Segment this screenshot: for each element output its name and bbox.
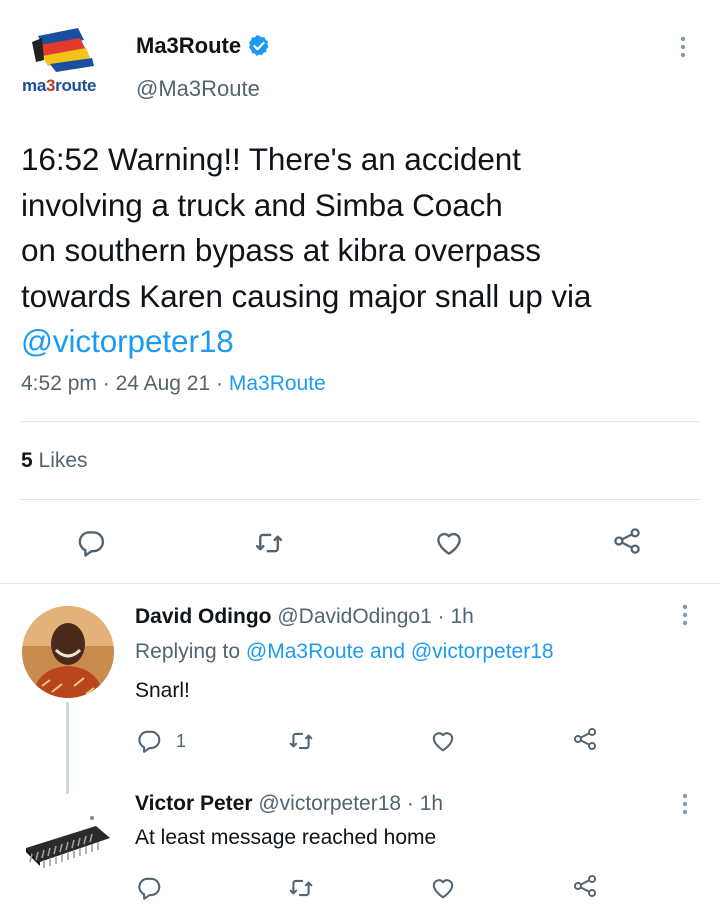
mention-link[interactable]: @victorpeter18 bbox=[21, 319, 701, 365]
replying-to: Replying to @Ma3Route and @victorpeter18 bbox=[135, 640, 554, 664]
tweet-date[interactable]: 24 Aug 21 bbox=[116, 372, 211, 395]
divider bbox=[21, 421, 699, 422]
meta-separator: · bbox=[437, 605, 445, 628]
likes-number: 5 bbox=[21, 449, 33, 472]
logo-wordmark: ma3route bbox=[22, 76, 97, 95]
tweet-line: towards Karen causing major snall up via bbox=[21, 277, 592, 314]
like-icon[interactable] bbox=[430, 728, 456, 754]
reply-icon[interactable] bbox=[76, 528, 106, 558]
ma3route-logo-icon bbox=[32, 28, 94, 72]
author-handle[interactable]: @Ma3Route bbox=[136, 76, 260, 102]
more-options-icon[interactable] bbox=[678, 793, 692, 815]
mention-link[interactable]: @Ma3Route bbox=[246, 640, 364, 663]
tweet-line: 16:52 Warning!! There's an accident bbox=[21, 141, 521, 177]
section-divider bbox=[0, 583, 720, 584]
mention-link[interactable]: @victorpeter18 bbox=[411, 640, 554, 663]
thread-connector bbox=[66, 702, 69, 794]
tweet-line: involving a truck and Simba Coach bbox=[21, 186, 503, 223]
like-icon[interactable] bbox=[434, 528, 464, 558]
share-icon[interactable] bbox=[612, 526, 642, 556]
meta-separator: · bbox=[102, 372, 110, 395]
author-name[interactable]: Ma3Route bbox=[136, 33, 271, 59]
avatar[interactable] bbox=[22, 798, 114, 890]
tweet-body: 16:52 Warning!! There's an accident invo… bbox=[21, 137, 701, 365]
ma3route-avatar[interactable]: ma3route bbox=[20, 18, 120, 108]
reply-author-handle[interactable]: @victorpeter18 bbox=[258, 792, 401, 815]
likes-label: Likes bbox=[38, 449, 88, 472]
retweet-icon[interactable] bbox=[288, 728, 314, 754]
likes-count[interactable]: 5 Likes bbox=[21, 449, 88, 473]
meta-separator: · bbox=[216, 372, 224, 395]
share-icon[interactable] bbox=[572, 873, 598, 899]
replying-prefix: Replying to bbox=[135, 640, 241, 663]
reply-author-name[interactable]: David Odingo bbox=[135, 605, 272, 628]
reply-age[interactable]: 1h bbox=[420, 792, 443, 815]
reply-author-handle[interactable]: @DavidOdingo1 bbox=[277, 605, 431, 628]
tweet-line: on southern bypass at kibra overpass bbox=[21, 232, 541, 268]
more-options-icon[interactable] bbox=[678, 604, 692, 626]
reply-text: At least message reached home bbox=[135, 826, 437, 849]
reply-header: Victor Peter @victorpeter18 · 1h bbox=[135, 792, 443, 816]
meta-separator: · bbox=[406, 792, 414, 815]
reply-age[interactable]: 1h bbox=[450, 605, 473, 628]
like-icon[interactable] bbox=[430, 875, 456, 901]
tweet-source-link[interactable]: Ma3Route bbox=[229, 372, 326, 395]
avatar[interactable] bbox=[22, 606, 114, 698]
tweet-time[interactable]: 4:52 pm bbox=[21, 372, 97, 395]
replying-and[interactable]: and bbox=[370, 640, 405, 663]
reply-icon[interactable] bbox=[136, 728, 162, 754]
share-icon[interactable] bbox=[572, 726, 598, 752]
reply-text: Snarl! bbox=[135, 679, 190, 702]
author-display-name[interactable]: Ma3Route bbox=[136, 33, 241, 59]
divider bbox=[21, 499, 699, 500]
reply-header: David Odingo @DavidOdingo1 · 1h bbox=[135, 605, 474, 629]
tweet-meta: 4:52 pm · 24 Aug 21 · Ma3Route bbox=[21, 372, 326, 396]
reply-icon[interactable] bbox=[136, 875, 162, 901]
reply-author-name[interactable]: Victor Peter bbox=[135, 792, 253, 815]
retweet-icon[interactable] bbox=[288, 875, 314, 901]
more-options-icon[interactable] bbox=[676, 36, 690, 58]
verified-badge-icon bbox=[249, 35, 269, 56]
retweet-icon[interactable] bbox=[254, 528, 284, 558]
reply-count: 1 bbox=[176, 731, 187, 751]
